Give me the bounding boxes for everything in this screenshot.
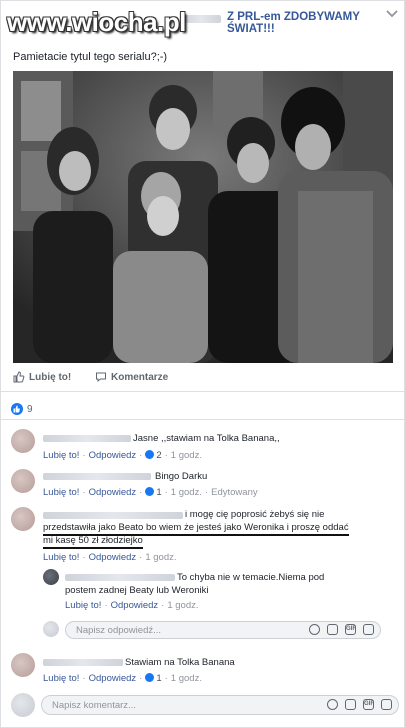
comment-reply-link[interactable]: Odpowiedz <box>89 450 137 461</box>
comment-reply-link[interactable]: Odpowiedz <box>89 487 137 498</box>
like-reaction-icon <box>11 403 23 415</box>
comment-text: Jasne ,,stawiam na Tolka Banana,, <box>133 433 280 444</box>
comment-meta: Lubię to! · Odpowiedz · 1 · 1 godz. · Edytowany <box>43 487 258 498</box>
camera-icon[interactable] <box>327 624 338 635</box>
comment-like-link[interactable]: Lubię to! <box>43 487 79 498</box>
reply-like-link[interactable]: Lubię to! <box>65 600 101 611</box>
redacted-author[interactable] <box>43 659 123 666</box>
comment-meta: Lubię to! · Odpowiedz · 1 godz. <box>43 552 177 563</box>
redacted-author[interactable] <box>43 473 151 480</box>
comment-meta: Lubię to! · Odpowiedz · 1 · 1 godz. <box>43 673 202 684</box>
comment-time[interactable]: 1 godz. <box>171 450 202 461</box>
reply-input[interactable]: Napisz odpowiedź... GIF <box>65 621 381 639</box>
comment-icon <box>96 372 106 383</box>
post-photo[interactable] <box>13 71 393 363</box>
gif-icon[interactable]: GIF <box>363 699 374 710</box>
redacted-author[interactable] <box>43 512 183 519</box>
chevron-down-icon[interactable] <box>386 9 398 19</box>
post-actions-bar: Lubię to! Komentarze <box>1 367 405 392</box>
comment-meta: Lubię to! · Odpowiedz · 2 · 1 godz. <box>43 450 202 461</box>
comment-button[interactable]: Komentarze <box>95 371 168 383</box>
watermark: www.wiocha.pl <box>7 7 186 37</box>
comment-like-count[interactable]: 2 <box>156 450 161 461</box>
input-icons: GIF <box>309 624 374 635</box>
reply-time[interactable]: 1 godz. <box>167 600 198 611</box>
divider <box>1 419 405 420</box>
sticker-icon[interactable] <box>363 624 374 635</box>
comment-like-count[interactable]: 1 <box>156 487 161 498</box>
avatar[interactable] <box>43 569 59 585</box>
redacted-author[interactable] <box>65 574 175 581</box>
comment-time[interactable]: 1 godz. <box>171 673 202 684</box>
comment-reply-link[interactable]: Odpowiedz <box>89 673 137 684</box>
comment-like-link[interactable]: Lubię to! <box>43 450 79 461</box>
group-name-link[interactable]: Z PRL-em ZDOBYWAMY ŚWIAT!!! <box>227 11 405 35</box>
like-count-icon <box>145 673 155 682</box>
emoji-icon[interactable] <box>327 699 338 710</box>
redacted-author[interactable] <box>43 435 131 442</box>
like-count-icon <box>145 487 155 496</box>
camera-icon[interactable] <box>345 699 356 710</box>
reply-text-line2: postem zadnej Beaty lub Weroniki <box>65 585 209 596</box>
comment-time[interactable]: 1 godz. <box>171 487 202 498</box>
post-header: Z PRL-em ZDOBYWAMY ŚWIAT!!! www.wiocha.p… <box>1 1 405 41</box>
post-text: Pamietacie tytul tego serialu?;-) <box>13 51 168 63</box>
avatar[interactable] <box>11 653 35 677</box>
input-icons: GIF <box>327 699 392 710</box>
thumbs-up-icon <box>13 371 25 383</box>
reply-reply-link[interactable]: Odpowiedz <box>111 600 159 611</box>
avatar[interactable] <box>11 469 35 493</box>
comment-input[interactable]: Napisz komentarz... GIF <box>41 695 399 715</box>
sticker-icon[interactable] <box>381 699 392 710</box>
like-button[interactable]: Lubię to! <box>13 371 71 383</box>
comment-time[interactable]: 1 godz. <box>145 552 176 563</box>
reply-input-placeholder: Napisz odpowiedź... <box>76 625 162 636</box>
redacted-author <box>181 15 221 23</box>
emoji-icon[interactable] <box>309 624 320 635</box>
comment-text-line1: i mogę cię poprosić żebyś się nie <box>185 509 325 520</box>
comment-button-label: Komentarze <box>111 371 169 383</box>
like-button-label: Lubię to! <box>29 371 72 383</box>
reply-meta: Lubię to! · Odpowiedz · 1 godz. <box>65 600 199 611</box>
own-avatar <box>11 693 35 717</box>
comment-like-link[interactable]: Lubię to! <box>43 552 79 563</box>
avatar[interactable] <box>11 429 35 453</box>
reaction-count: 9 <box>27 403 33 415</box>
gif-icon[interactable]: GIF <box>345 624 356 635</box>
comment-text: Bingo Darku <box>155 471 208 482</box>
comment-input-placeholder: Napisz komentarz... <box>52 700 136 711</box>
comment-like-link[interactable]: Lubię to! <box>43 673 79 684</box>
like-count-icon <box>145 450 155 459</box>
own-avatar <box>43 621 59 637</box>
reply-text-line1: To chyba nie w temacie.Niema pod <box>177 572 325 583</box>
comment-text-line3: mi kasę 50 zł złodziejko <box>43 534 143 549</box>
comment-reply-link[interactable]: Odpowiedz <box>89 552 137 563</box>
comment-like-count[interactable]: 1 <box>156 673 161 684</box>
avatar[interactable] <box>11 507 35 531</box>
edited-label[interactable]: Edytowany <box>211 487 257 498</box>
post-card: Z PRL-em ZDOBYWAMY ŚWIAT!!! www.wiocha.p… <box>0 0 405 728</box>
reaction-summary[interactable]: 9 <box>11 403 33 415</box>
comment-text: Stawiam na Tolka Banana <box>125 657 235 668</box>
photo-image <box>13 71 393 363</box>
